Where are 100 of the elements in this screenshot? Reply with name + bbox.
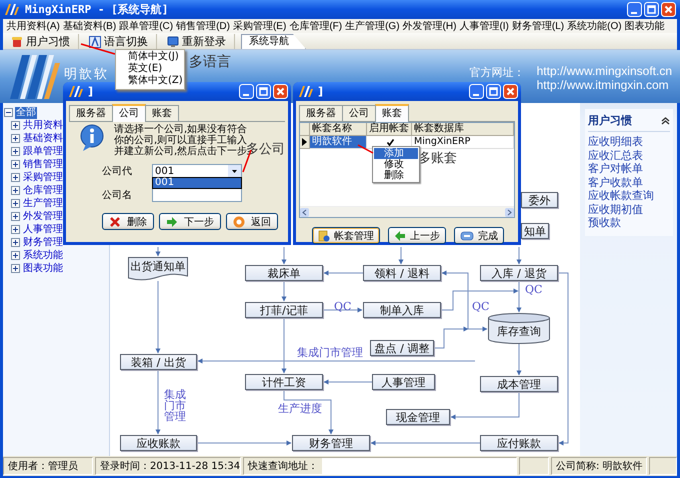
status-cell xyxy=(519,457,549,475)
tree-item[interactable]: 系统功能 xyxy=(22,250,64,262)
document-tab[interactable]: 系统导航 xyxy=(241,34,306,49)
process-node: 成本管理 xyxy=(480,376,558,392)
input-field[interactable] xyxy=(152,188,242,202)
expand-toggle[interactable] xyxy=(11,225,20,234)
panel-link[interactable]: 应收期初值 xyxy=(588,202,670,216)
menu-item[interactable]: 简体中文(J) xyxy=(116,51,184,63)
close-button[interactable] xyxy=(273,84,288,99)
tree-item[interactable]: 财务管理 xyxy=(22,236,64,248)
menu-item[interactable]: 跟单管理(C) xyxy=(118,19,175,33)
website-label: 官方网址： xyxy=(470,65,525,80)
expand-toggle[interactable] xyxy=(11,199,20,208)
menu-item[interactable]: 基础资料(B) xyxy=(61,19,118,33)
column-header: 帐套名称 xyxy=(310,123,367,136)
monitor-icon xyxy=(167,36,179,48)
scroll-left-button[interactable] xyxy=(300,208,309,216)
process-node: 计件工资 xyxy=(245,374,323,390)
tree-item[interactable]: 外发管理 xyxy=(22,210,64,222)
maximize-button[interactable] xyxy=(256,84,271,99)
menu-item[interactable]: 繁体中文(Z) xyxy=(116,75,184,87)
tab[interactable]: 账套 xyxy=(375,104,409,122)
scroll-right-button[interactable] xyxy=(505,208,514,216)
dialog-button[interactable]: 上一步 xyxy=(388,227,446,244)
tree-item[interactable]: 图表功能 xyxy=(22,262,64,274)
tab[interactable]: 服务器 xyxy=(299,105,343,121)
expand-toggle[interactable] xyxy=(11,173,20,182)
panel-link[interactable]: 客户收款单 xyxy=(588,176,670,189)
tab[interactable]: 服务器 xyxy=(69,105,113,121)
tab[interactable]: 账套 xyxy=(145,105,179,121)
expand-toggle[interactable] xyxy=(11,264,20,273)
dialog-button[interactable]: 完成 xyxy=(454,227,504,244)
collapse-toggle[interactable] xyxy=(4,108,13,117)
dialog-button[interactable]: 返回 xyxy=(226,213,278,230)
tree-item[interactable]: 跟单管理 xyxy=(22,146,64,158)
menu-item[interactable]: 仓库管理(F) xyxy=(288,19,344,33)
input-field[interactable]: 001 xyxy=(152,164,242,178)
collapse-icon[interactable] xyxy=(661,116,670,125)
maximize-button[interactable] xyxy=(486,84,501,99)
menu-item[interactable]: 外发管理(H) xyxy=(401,19,458,33)
process-node: 装箱 / 出货 xyxy=(120,354,197,370)
expand-toggle[interactable] xyxy=(11,134,20,143)
panel-link[interactable]: 预收款 xyxy=(588,216,670,230)
dialog-button[interactable]: 删除 xyxy=(102,213,154,230)
tree-item[interactable]: 全部 xyxy=(15,106,37,118)
expand-toggle[interactable] xyxy=(11,160,20,169)
menu-item[interactable]: 删除 xyxy=(374,170,418,181)
jar-icon xyxy=(11,36,23,48)
tree-item[interactable]: 生产管理 xyxy=(22,198,64,210)
menu-item[interactable]: 销售管理(D) xyxy=(174,19,232,33)
process-node: 裁床单 xyxy=(245,265,323,281)
tree-item[interactable]: 销售管理 xyxy=(22,158,64,170)
menu-item[interactable]: 采购管理(E) xyxy=(231,19,288,33)
tree-item[interactable]: 人事管理 xyxy=(22,224,64,236)
connector-arrow xyxy=(516,344,522,376)
expand-toggle[interactable] xyxy=(11,212,20,221)
panel-link[interactable]: 应收明细表 xyxy=(588,135,670,148)
expand-toggle[interactable] xyxy=(11,238,20,247)
dropdown-option[interactable]: 001 xyxy=(153,178,241,188)
minimize-button[interactable] xyxy=(469,84,484,99)
process-node: 委外 xyxy=(521,192,558,208)
tree-item[interactable]: 仓库管理 xyxy=(22,184,64,196)
tree-item[interactable]: 共用资料 xyxy=(22,120,64,132)
menu-item[interactable]: 英文(E) xyxy=(116,63,184,75)
window-title: ] xyxy=(87,85,94,98)
tab[interactable]: 公司 xyxy=(112,104,146,122)
menu-item[interactable]: 系统功能(O) xyxy=(566,19,624,33)
menu-item[interactable]: 财务管理(L) xyxy=(510,19,566,33)
panel-title: 用户习惯 xyxy=(588,113,632,128)
expand-toggle[interactable] xyxy=(11,251,20,260)
minimize-button[interactable] xyxy=(627,2,642,17)
expand-toggle[interactable] xyxy=(11,186,20,195)
panel-link[interactable]: 应收汇总表 xyxy=(588,148,670,162)
tree-item[interactable]: 基础资料 xyxy=(22,132,64,144)
menu-item[interactable]: 修改 xyxy=(374,159,418,170)
tab[interactable]: 公司 xyxy=(342,105,376,121)
toolbar-button[interactable]: 用户习惯 xyxy=(7,34,79,49)
document-node: 出货通知单 xyxy=(128,257,188,281)
process-node: 应收账款 xyxy=(120,435,197,451)
minimize-button[interactable] xyxy=(239,84,254,99)
close-button[interactable] xyxy=(503,84,518,99)
menu-item[interactable]: 图表功能 xyxy=(623,19,666,33)
dialog-button[interactable]: 下一步 xyxy=(159,213,221,230)
menu-item[interactable]: 生产管理(G) xyxy=(344,19,402,33)
menu-item[interactable]: 共用资料(A) xyxy=(5,19,62,33)
expand-toggle[interactable] xyxy=(11,121,20,130)
flow-label: QC xyxy=(525,284,542,295)
panel-link[interactable]: 客户对帐单 xyxy=(588,162,670,176)
close-button[interactable] xyxy=(661,2,676,17)
menu-item[interactable]: 人事管理(I) xyxy=(458,19,510,33)
checkbox[interactable] xyxy=(386,138,394,146)
window-title: ] xyxy=(317,85,324,98)
language-icon xyxy=(89,36,101,48)
maximize-button[interactable] xyxy=(644,2,659,17)
menu-item[interactable]: 添加 xyxy=(374,148,418,159)
tree-item[interactable]: 采购管理 xyxy=(22,172,64,184)
panel-link[interactable]: 应收帐款查询 xyxy=(588,189,670,202)
left-arrow-icon xyxy=(394,230,406,242)
dialog-button[interactable]: 帐套管理 xyxy=(312,227,380,244)
expand-toggle[interactable] xyxy=(11,147,20,156)
